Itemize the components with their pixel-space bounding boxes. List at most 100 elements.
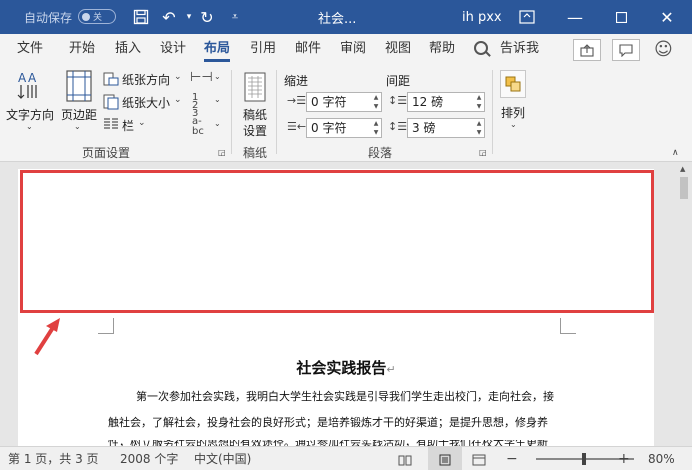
tab-review[interactable]: 审阅 (340, 34, 366, 64)
scroll-up-icon[interactable]: ▲ (680, 165, 685, 173)
manuscript-settings-button-line2[interactable]: 设置 (243, 122, 267, 139)
redo-icon[interactable]: ↻ (196, 0, 218, 34)
tab-file[interactable]: 文件 (17, 34, 43, 64)
tab-insert[interactable]: 插入 (115, 34, 141, 64)
line-numbers-icon[interactable]: 123 (192, 93, 198, 119)
word-count[interactable]: 2008 个字 (120, 447, 178, 470)
indent-right-value: 0 字符 (311, 121, 347, 135)
autosave-toggle[interactable]: 关 (78, 9, 116, 24)
print-layout-icon[interactable] (428, 447, 462, 470)
close-icon[interactable]: ✕ (652, 0, 682, 34)
breaks-dropdown-icon[interactable]: ⌄ (214, 72, 221, 81)
status-bar: 第 1 页，共 3 页 2008 个字 中文(中国) − + 80% (0, 446, 692, 470)
maximize-icon[interactable] (606, 0, 636, 34)
zoom-slider-knob[interactable] (582, 453, 586, 465)
margin-corner-mark (560, 318, 576, 334)
manuscript-settings-button-line1[interactable]: 稿纸 (243, 106, 267, 123)
zoom-in-icon[interactable]: + (618, 447, 630, 470)
tab-home[interactable]: 开始 (69, 34, 95, 64)
text-direction-dropdown-icon[interactable]: ⌄ (26, 122, 33, 131)
spinner-arrows-icon[interactable]: ▲ ▼ (371, 93, 381, 111)
orientation-button[interactable]: 纸张方向 (122, 71, 170, 88)
page-setup-group-label: 页面设置 (82, 146, 131, 160)
margins-button[interactable]: 页边距 (61, 106, 97, 123)
document-paragraph-line-2[interactable]: 触社会，了解社会，投身社会的良好形式；是培养锻炼才干的好渠道；是提升思想，修身养 (108, 414, 564, 430)
toggle-knob (82, 13, 90, 21)
ribbon-display-options-icon[interactable] (516, 0, 538, 34)
spinner-arrows-icon[interactable]: ▲ ▼ (474, 93, 484, 111)
save-icon[interactable] (130, 0, 152, 34)
spacing-before-icon: ↕☰ (388, 94, 408, 107)
page-count[interactable]: 第 1 页，共 3 页 (8, 447, 99, 470)
group-divider (276, 70, 277, 154)
line-numbers-dropdown-icon[interactable]: ⌄ (214, 95, 221, 104)
paper-size-icon[interactable] (103, 94, 119, 113)
paper-size-button[interactable]: 纸张大小 (122, 94, 170, 111)
indent-left-spinner[interactable]: 0 字符 ▲ ▼ (306, 92, 382, 112)
arrange-dropdown-icon[interactable]: ⌄ (510, 120, 517, 129)
tell-me-search[interactable]: 告诉我 (500, 34, 539, 64)
red-arrow-annotation (34, 318, 60, 356)
document-heading[interactable]: 社会实践报告↵ (0, 357, 692, 378)
columns-dropdown-icon[interactable]: ⌄ (138, 118, 146, 128)
collapse-ribbon-icon[interactable]: ∧ (672, 148, 679, 158)
orientation-icon[interactable] (103, 72, 119, 89)
manuscript-icon[interactable] (244, 72, 266, 105)
svg-text:A: A (28, 71, 37, 85)
text-direction-icon[interactable]: AA (16, 70, 42, 103)
indent-label: 缩进 (284, 74, 309, 88)
tab-layout[interactable]: 布局 (204, 34, 231, 64)
group-divider (492, 70, 493, 154)
paragraph-launcher-icon[interactable]: ◲ (479, 148, 487, 157)
indent-right-icon: ☰← (287, 120, 307, 133)
smiley-feedback-icon[interactable]: ☺ (654, 39, 673, 60)
indent-right-spinner[interactable]: 0 字符 ▲ ▼ (306, 118, 382, 138)
zoom-level[interactable]: 80% (648, 447, 675, 470)
language-status[interactable]: 中文(中国) (194, 447, 251, 470)
undo-icon[interactable]: ↶ (158, 0, 180, 34)
search-icon[interactable] (474, 41, 488, 55)
minimize-icon[interactable]: — (560, 0, 590, 34)
autosave-label: 自动保存 (24, 10, 73, 25)
spinner-arrows-icon[interactable]: ▲ ▼ (371, 119, 381, 137)
spinner-arrows-icon[interactable]: ▲ ▼ (474, 119, 484, 137)
breaks-icon[interactable]: ⊢⊣ (190, 70, 213, 85)
arrange-button[interactable]: 排列 (501, 104, 525, 121)
margins-icon[interactable] (66, 70, 92, 105)
paper-size-dropdown-icon[interactable]: ⌄ (174, 95, 182, 105)
tab-design[interactable]: 设计 (160, 34, 186, 64)
spacing-after-spinner[interactable]: 3 磅 ▲ ▼ (407, 118, 485, 138)
scroll-thumb[interactable] (680, 177, 688, 199)
vertical-scrollbar[interactable]: ▲ (676, 163, 692, 446)
zoom-out-icon[interactable]: − (506, 447, 518, 470)
document-paragraph-line-1[interactable]: 第一次参加社会实践，我明白大学生社会实践是引导我们学生走出校门，走向社会，接 (108, 388, 564, 404)
ribbon-tabs: 文件 开始 插入 设计 布局 引用 邮件 审阅 视图 帮助 告诉我 ☺ (0, 34, 692, 64)
hyphenation-icon[interactable]: a‑ bc (192, 117, 204, 137)
customize-quick-access-icon[interactable]: ⩡ (224, 0, 246, 34)
columns-icon[interactable] (103, 117, 119, 134)
paragraph-mark-icon: ↵ (386, 363, 396, 376)
read-mode-icon[interactable] (398, 447, 412, 470)
tab-help[interactable]: 帮助 (429, 34, 455, 64)
columns-button[interactable]: 栏 (122, 117, 134, 134)
user-name[interactable]: ih pxx (462, 0, 502, 34)
text-direction-button[interactable]: 文字方向 (6, 106, 54, 123)
comment-icon[interactable] (612, 39, 640, 61)
share-icon[interactable] (573, 39, 601, 61)
tab-references[interactable]: 引用 (250, 34, 276, 64)
document-heading-text: 社会实践报告 (296, 359, 387, 377)
margins-dropdown-icon[interactable]: ⌄ (74, 122, 81, 131)
spacing-before-value: 12 磅 (412, 95, 444, 109)
page-setup-launcher-icon[interactable]: ◲ (218, 148, 226, 157)
web-layout-icon[interactable] (472, 447, 486, 470)
header-area-highlight (20, 170, 654, 313)
tab-view[interactable]: 视图 (385, 34, 411, 64)
autosave-toggle-text: 关 (93, 13, 103, 23)
tab-mailings[interactable]: 邮件 (295, 34, 321, 64)
paragraph-group-label: 段落 (368, 146, 393, 160)
hyphenation-dropdown-icon[interactable]: ⌄ (214, 119, 221, 128)
orientation-dropdown-icon[interactable]: ⌄ (174, 72, 182, 82)
spacing-before-spinner[interactable]: 12 磅 ▲ ▼ (407, 92, 485, 112)
arrange-icon[interactable] (500, 70, 526, 98)
svg-text:A: A (18, 71, 27, 85)
